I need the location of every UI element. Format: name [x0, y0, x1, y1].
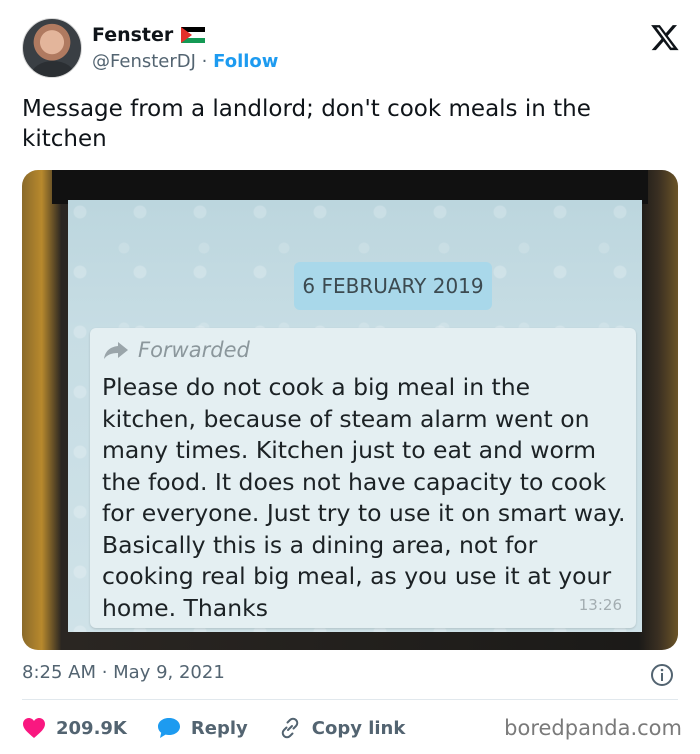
author-name[interactable]: Fenster: [92, 24, 173, 46]
tweet-media-photo[interactable]: 6 FEBRUARY 2019 Forwarded Please do not …: [22, 170, 678, 650]
divider: [22, 699, 678, 700]
like-button[interactable]: 209.9K: [22, 717, 127, 739]
author-handle-row: @FensterDJ · Follow: [92, 51, 278, 72]
forward-arrow-icon: [104, 342, 128, 359]
forwarded-row: Forwarded: [102, 338, 250, 362]
tweet-actions: 209.9K Reply Copy link: [22, 712, 435, 744]
copy-link-label: Copy link: [311, 717, 406, 739]
tweet-timestamp[interactable]: 8:25 AM · May 9, 2021: [22, 662, 225, 683]
chat-message-time: 13:26: [578, 596, 622, 614]
palestine-flag-icon: [181, 27, 206, 43]
watermark-text: boredpanda.com: [504, 716, 682, 740]
tweet-text: Message from a landlord; don't cook meal…: [22, 96, 591, 152]
author-handle[interactable]: @FensterDJ: [92, 51, 196, 72]
chat-date-pill: 6 FEBRUARY 2019: [294, 262, 492, 310]
phone-screen: 6 FEBRUARY 2019 Forwarded Please do not …: [68, 200, 642, 632]
copy-link-button[interactable]: Copy link: [278, 716, 406, 740]
chat-message-text: Please do not cook a big meal in the kit…: [102, 373, 626, 622]
forwarded-label: Forwarded: [138, 338, 250, 362]
info-icon[interactable]: [650, 663, 674, 687]
phone-bezel: [52, 170, 648, 204]
reply-button[interactable]: Reply: [157, 717, 248, 739]
avatar[interactable]: [22, 18, 82, 78]
separator-dot: ·: [201, 51, 208, 72]
reply-label: Reply: [190, 717, 248, 739]
heart-icon: [23, 718, 45, 738]
reply-bubble-icon: [157, 718, 180, 738]
tweet-header: Fenster @FensterDJ · Follow: [22, 18, 682, 82]
chat-message-bubble: Forwarded Please do not cook a big meal …: [90, 328, 636, 628]
x-logo-icon[interactable]: [650, 22, 680, 52]
follow-button[interactable]: Follow: [213, 51, 278, 72]
author-name-row: Fenster: [92, 24, 206, 46]
like-count: 209.9K: [56, 717, 127, 739]
link-icon: [281, 717, 299, 739]
